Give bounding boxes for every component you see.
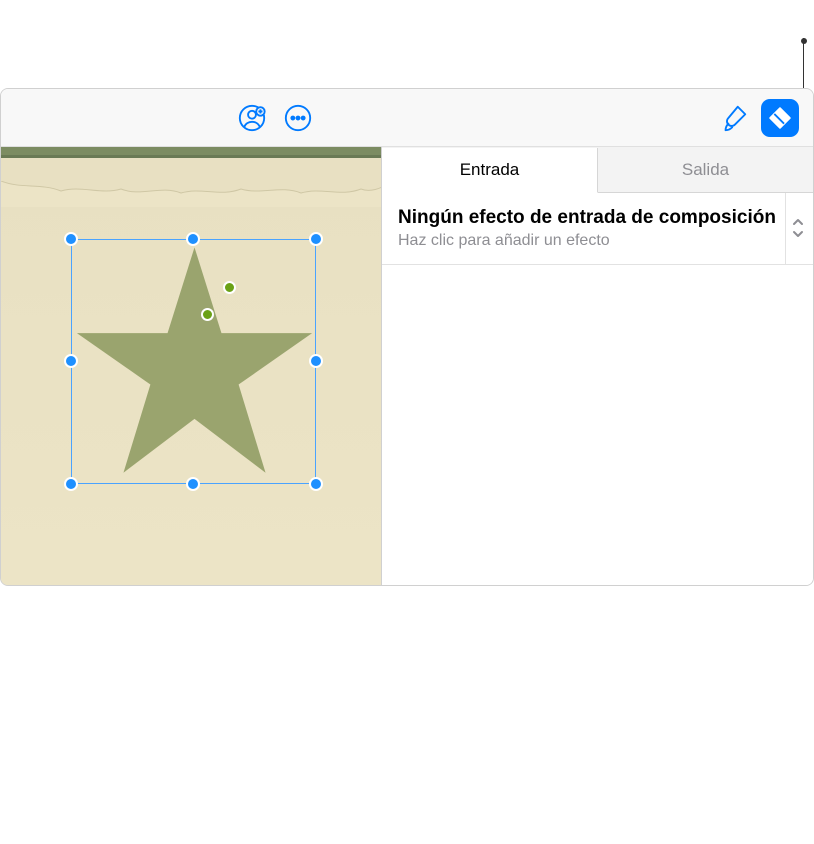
format-button[interactable] <box>711 95 757 141</box>
shape-control-point[interactable] <box>223 281 236 294</box>
paintbrush-icon <box>719 103 749 133</box>
collaborate-button[interactable] <box>229 95 275 141</box>
tab-salida[interactable]: Salida <box>598 147 813 192</box>
resize-handle-topright[interactable] <box>309 232 323 246</box>
resize-handle-bottomright[interactable] <box>309 477 323 491</box>
animate-button[interactable] <box>757 95 803 141</box>
slide-canvas[interactable] <box>1 147 382 585</box>
resize-handle-left[interactable] <box>64 354 78 368</box>
selection-box[interactable] <box>71 239 316 484</box>
shape-control-point[interactable] <box>201 308 214 321</box>
more-button[interactable] <box>275 95 321 141</box>
callout-dot <box>801 38 807 44</box>
resize-handle-right[interactable] <box>309 354 323 368</box>
effect-subtitle: Haz clic para añadir un efecto <box>398 232 785 250</box>
animation-sidebar: Entrada Salida Ningún efecto de entrada … <box>382 147 813 585</box>
resize-handle-bottomleft[interactable] <box>64 477 78 491</box>
effect-expand-button[interactable] <box>785 193 813 264</box>
collaborate-icon <box>237 103 267 133</box>
toolbar <box>1 89 813 147</box>
star-shape[interactable] <box>72 240 317 485</box>
ellipsis-icon <box>283 103 313 133</box>
content-row: Entrada Salida Ningún efecto de entrada … <box>1 147 813 585</box>
chevron-updown-icon <box>791 217 805 239</box>
add-build-effect-row[interactable]: Ningún efecto de entrada de composición … <box>382 193 813 265</box>
effect-title: Ningún efecto de entrada de composición <box>398 207 785 230</box>
resize-handle-topleft[interactable] <box>64 232 78 246</box>
resize-handle-top[interactable] <box>186 232 200 246</box>
torn-edge <box>1 181 382 207</box>
effect-text-block: Ningún efecto de entrada de composición … <box>398 207 785 250</box>
resize-handle-bottom[interactable] <box>186 477 200 491</box>
app-window: Entrada Salida Ningún efecto de entrada … <box>0 88 814 586</box>
animate-diamond-icon <box>761 99 799 137</box>
animation-tabs: Entrada Salida <box>382 147 813 193</box>
tab-entrada[interactable]: Entrada <box>382 148 598 193</box>
